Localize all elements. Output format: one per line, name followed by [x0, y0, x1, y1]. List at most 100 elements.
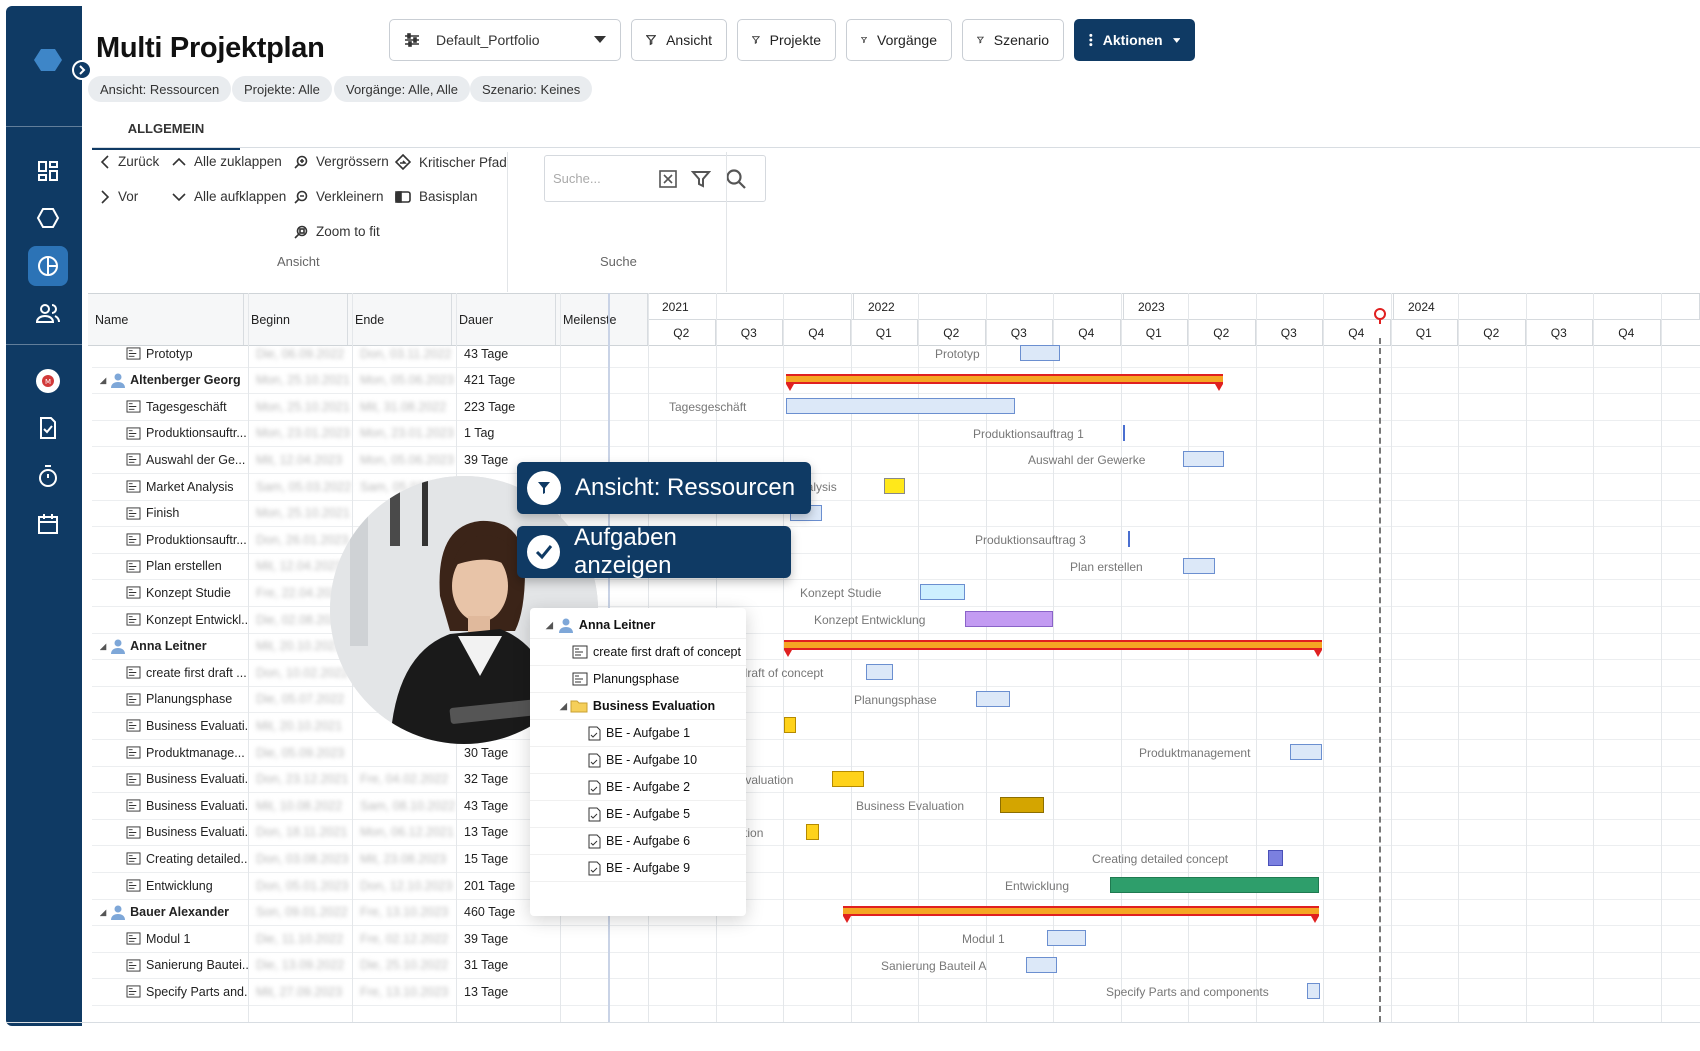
- search-input[interactable]: [553, 171, 645, 186]
- summary-bar-cap: [784, 649, 792, 657]
- today-marker-icon: [1374, 308, 1386, 324]
- zurueck-button[interactable]: Zurück: [100, 154, 159, 169]
- column-header-dauer[interactable]: Dauer: [452, 294, 556, 345]
- document-check-icon[interactable]: [28, 408, 68, 448]
- summary-bar[interactable]: [784, 639, 1322, 650]
- chevron-right-icon: [101, 189, 110, 204]
- task-bar[interactable]: [786, 398, 1015, 415]
- popup-item-label: create first draft of concept: [593, 645, 741, 659]
- column-header-meilenstein[interactable]: Meilenste: [556, 294, 648, 345]
- row-name: Anna Leitner: [130, 639, 207, 654]
- column-header-ende[interactable]: Ende: [348, 294, 452, 345]
- cell-name: Business Evaluati...: [126, 766, 248, 793]
- task-bar[interactable]: [1000, 797, 1044, 814]
- hexagon-logo-icon[interactable]: [28, 40, 68, 80]
- summary-bar[interactable]: [843, 905, 1319, 916]
- row-name: Business Evaluati...: [146, 772, 248, 787]
- zoom-to-fit-button[interactable]: Zoom to fit: [294, 224, 380, 239]
- clear-icon[interactable]: [659, 169, 677, 188]
- task-bar[interactable]: [1290, 744, 1322, 760]
- portfolio-chart-icon[interactable]: [28, 246, 68, 286]
- task-bar[interactable]: [965, 611, 1053, 627]
- stopwatch-icon[interactable]: [28, 456, 68, 496]
- popup-subitem-label: BE - Aufgabe 10: [606, 753, 698, 767]
- cell-begin: Mon, 25.10.2021: [256, 399, 350, 414]
- task-icon: [126, 507, 141, 520]
- cell-end: [360, 739, 456, 766]
- popup-subitem[interactable]: BE - Aufgabe 10: [530, 747, 746, 774]
- popup-subitem[interactable]: BE - Aufgabe 5: [530, 801, 746, 828]
- timeline-quarter: Q1: [1391, 320, 1458, 345]
- task-bar[interactable]: [784, 717, 796, 734]
- task-bar[interactable]: [1047, 930, 1086, 947]
- verkleinern-button[interactable]: Verkleinern: [294, 189, 384, 204]
- row-name: Tagesgeschäft: [146, 399, 227, 414]
- dashboard-icon[interactable]: [28, 151, 68, 191]
- vor-button[interactable]: Vor: [100, 189, 138, 204]
- popup-subitem[interactable]: BE - Aufgabe 1: [530, 720, 746, 747]
- row-name: Produktionsauftr...: [146, 532, 247, 547]
- task-bar[interactable]: [1307, 983, 1320, 1000]
- portfolio-select[interactable]: Default_Portfolio: [389, 19, 621, 61]
- popup-subitem-label: BE - Aufgabe 1: [606, 726, 691, 740]
- task-bar[interactable]: [1183, 451, 1224, 468]
- ansicht-filter-button[interactable]: Ansicht: [631, 19, 727, 61]
- cell-name: Modul 1: [126, 925, 248, 952]
- cell-begin: Don, 23.12.2021: [256, 772, 349, 787]
- vorgaenge-filter-button[interactable]: Vorgänge: [846, 19, 952, 61]
- task-bar[interactable]: [1110, 877, 1319, 893]
- kritischer-pfad-button[interactable]: Kritischer Pfad: [395, 154, 507, 170]
- filter-chip-szenario[interactable]: Szenario: Keines: [470, 76, 593, 102]
- search-icon[interactable]: [725, 168, 747, 190]
- task-bar[interactable]: [884, 478, 905, 494]
- basisplan-button[interactable]: Basisplan: [395, 189, 478, 204]
- popup-resource-row[interactable]: ◢ Anna Leitner: [530, 612, 746, 639]
- milestone-marker[interactable]: [1123, 424, 1125, 441]
- task-bar[interactable]: [866, 664, 893, 681]
- hexagon-icon[interactable]: [28, 198, 68, 238]
- user-avatar-icon[interactable]: M: [28, 361, 68, 401]
- sidebar-expand-button[interactable]: [72, 60, 92, 80]
- projekte-filter-button[interactable]: Projekte: [737, 19, 836, 61]
- calendar-icon[interactable]: [28, 504, 68, 544]
- filter-chip-projekte[interactable]: Projekte: Alle: [232, 76, 332, 102]
- task-bar[interactable]: [832, 770, 864, 787]
- popup-subitem[interactable]: BE - Aufgabe 9: [530, 855, 746, 882]
- cell-duration: 31 Tage: [464, 958, 509, 973]
- tab-allgemein[interactable]: ALLGEMEIN: [92, 110, 240, 150]
- popup-folder-row[interactable]: ◢ Business Evaluation: [530, 693, 746, 720]
- task-bar[interactable]: [1026, 956, 1057, 973]
- ribbon-group-suche-label: Suche: [600, 254, 637, 269]
- filter-chip-vorgaenge[interactable]: Vorgänge: Alle, Alle: [334, 76, 471, 102]
- gantt-bar-label: Planungsphase: [854, 692, 937, 707]
- users-icon[interactable]: [28, 293, 68, 333]
- cell-end: Fre, 02.12.2022: [360, 931, 449, 946]
- popup-list-item[interactable]: Planungsphase: [530, 666, 746, 693]
- szenario-filter-button[interactable]: Szenario: [962, 19, 1064, 61]
- task-bar[interactable]: [1183, 557, 1215, 574]
- filter-icon[interactable]: [691, 169, 711, 189]
- column-header-name[interactable]: Name: [88, 294, 244, 345]
- task-bar[interactable]: [920, 584, 965, 601]
- cell-name: create first draft ...: [126, 659, 248, 686]
- vor-label: Vor: [118, 189, 139, 204]
- task-bar[interactable]: [806, 823, 819, 840]
- summary-bar[interactable]: [786, 373, 1223, 384]
- milestone-marker[interactable]: [1128, 531, 1130, 548]
- task-bar[interactable]: [976, 690, 1010, 707]
- cell-name: ◢ Anna Leitner: [100, 639, 207, 655]
- popup-list-item[interactable]: create first draft of concept: [530, 639, 746, 666]
- column-header-beginn[interactable]: Beginn: [244, 294, 348, 345]
- filter-chip-ansicht[interactable]: Ansicht: Ressourcen: [88, 76, 232, 102]
- task-bar[interactable]: [1268, 850, 1283, 867]
- summary-bar-cap: [843, 915, 851, 923]
- popup-subitem[interactable]: BE - Aufgabe 2: [530, 774, 746, 801]
- aktionen-button[interactable]: Aktionen: [1074, 19, 1195, 61]
- alle-aufklappen-button[interactable]: Alle aufklappen: [172, 189, 286, 204]
- alle-zuklappen-button[interactable]: Alle zuklappen: [172, 154, 282, 169]
- timeline-gridline: [1323, 293, 1324, 1022]
- popup-subitem[interactable]: BE - Aufgabe 6: [530, 828, 746, 855]
- task-bar[interactable]: [1020, 345, 1060, 361]
- vergroessern-button[interactable]: Vergrössern: [294, 154, 389, 169]
- baseline-icon: [395, 190, 411, 203]
